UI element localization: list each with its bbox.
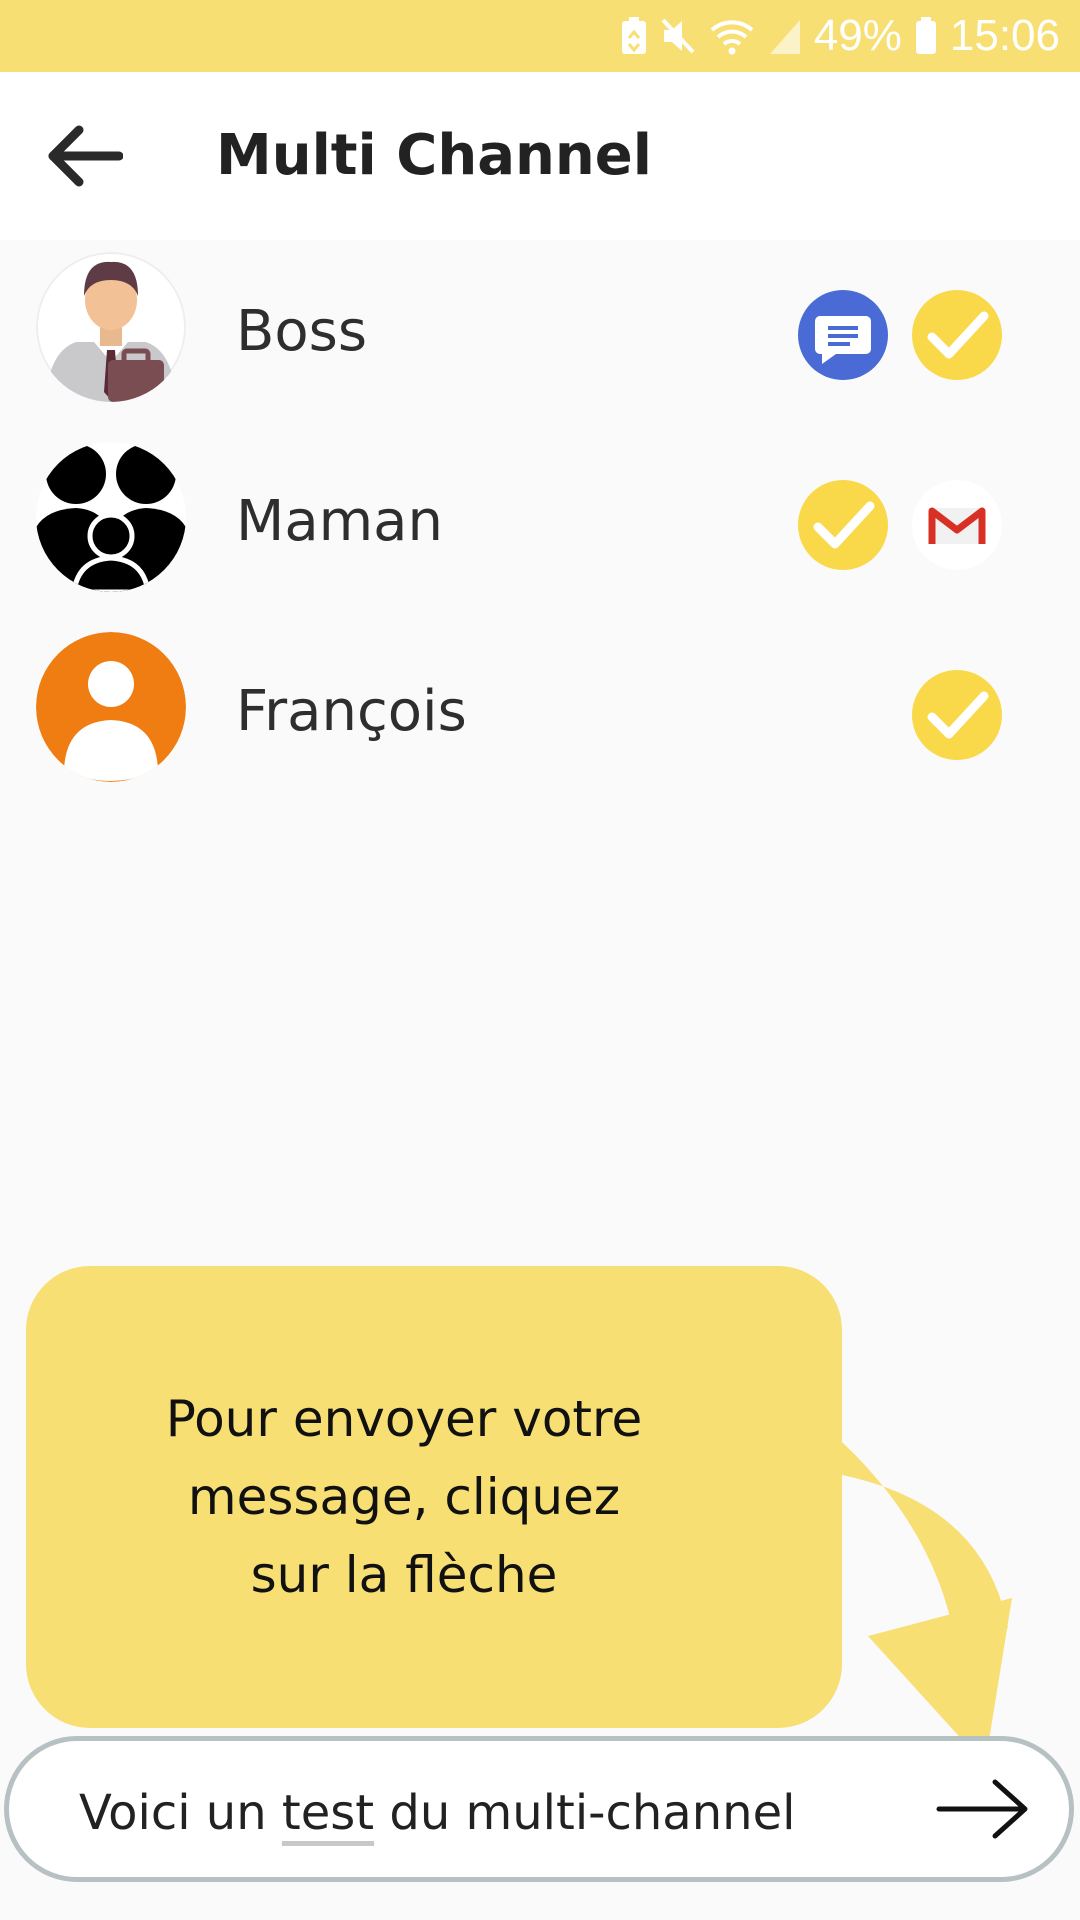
signal-icon bbox=[768, 16, 802, 56]
battery-percent: 49% bbox=[813, 11, 902, 60]
message-text-part: du multi-channel bbox=[374, 1785, 796, 1841]
gmail-channel-toggle[interactable] bbox=[912, 480, 1002, 570]
tooltip-text: Pour envoyer votre message, cliquez sur … bbox=[144, 1380, 664, 1614]
check-channel-toggle[interactable] bbox=[912, 670, 1002, 760]
contact-row-maman[interactable]: Maman bbox=[0, 430, 1080, 620]
mute-icon bbox=[660, 16, 696, 56]
contact-row-boss[interactable]: Boss bbox=[0, 240, 1080, 430]
clock: 15:06 bbox=[949, 11, 1060, 60]
check-channel-toggle[interactable] bbox=[798, 480, 888, 570]
send-arrow-icon bbox=[936, 1779, 1028, 1839]
status-icons: 49% 15:06 bbox=[620, 0, 1060, 72]
message-input[interactable]: Voici un test du multi-channel bbox=[79, 1787, 879, 1840]
message-composer: Voici un test du multi-channel bbox=[4, 1736, 1074, 1882]
gmail-icon bbox=[912, 480, 1002, 570]
businessman-avatar bbox=[36, 252, 186, 402]
sms-channel-toggle[interactable] bbox=[798, 290, 888, 380]
send-button[interactable] bbox=[933, 1767, 1033, 1851]
page-title: Multi Channel bbox=[216, 123, 652, 188]
battery-icon bbox=[914, 16, 938, 56]
check-icon bbox=[798, 480, 888, 570]
back-arrow-icon bbox=[48, 125, 123, 187]
check-icon bbox=[912, 290, 1002, 380]
default-person-avatar bbox=[36, 632, 186, 782]
tooltip-bubble: Pour envoyer votre message, cliquez sur … bbox=[26, 1266, 842, 1728]
group-avatar bbox=[36, 442, 186, 592]
spellcheck-underlined-word: test bbox=[281, 1785, 375, 1841]
app-header: Multi Channel bbox=[0, 72, 1080, 240]
contact-name: Maman bbox=[236, 489, 443, 554]
check-channel-toggle[interactable] bbox=[912, 290, 1002, 380]
tooltip-line: message, cliquez bbox=[187, 1468, 621, 1526]
tooltip-line: Pour envoyer votre bbox=[165, 1390, 643, 1448]
battery-saver-icon bbox=[620, 16, 648, 56]
wifi-icon bbox=[708, 16, 756, 56]
message-text-part: Voici un bbox=[79, 1785, 282, 1841]
sms-icon bbox=[798, 290, 888, 380]
status-bar: 49% 15:06 bbox=[0, 0, 1080, 72]
contact-name: François bbox=[236, 679, 467, 744]
tooltip-line: sur la flèche bbox=[250, 1546, 558, 1604]
contact-name: Boss bbox=[236, 299, 368, 364]
back-button[interactable] bbox=[34, 116, 134, 196]
contact-list: Boss Maman François bbox=[0, 240, 1080, 810]
check-icon bbox=[912, 670, 1002, 760]
contact-row-francois[interactable]: François bbox=[0, 620, 1080, 810]
